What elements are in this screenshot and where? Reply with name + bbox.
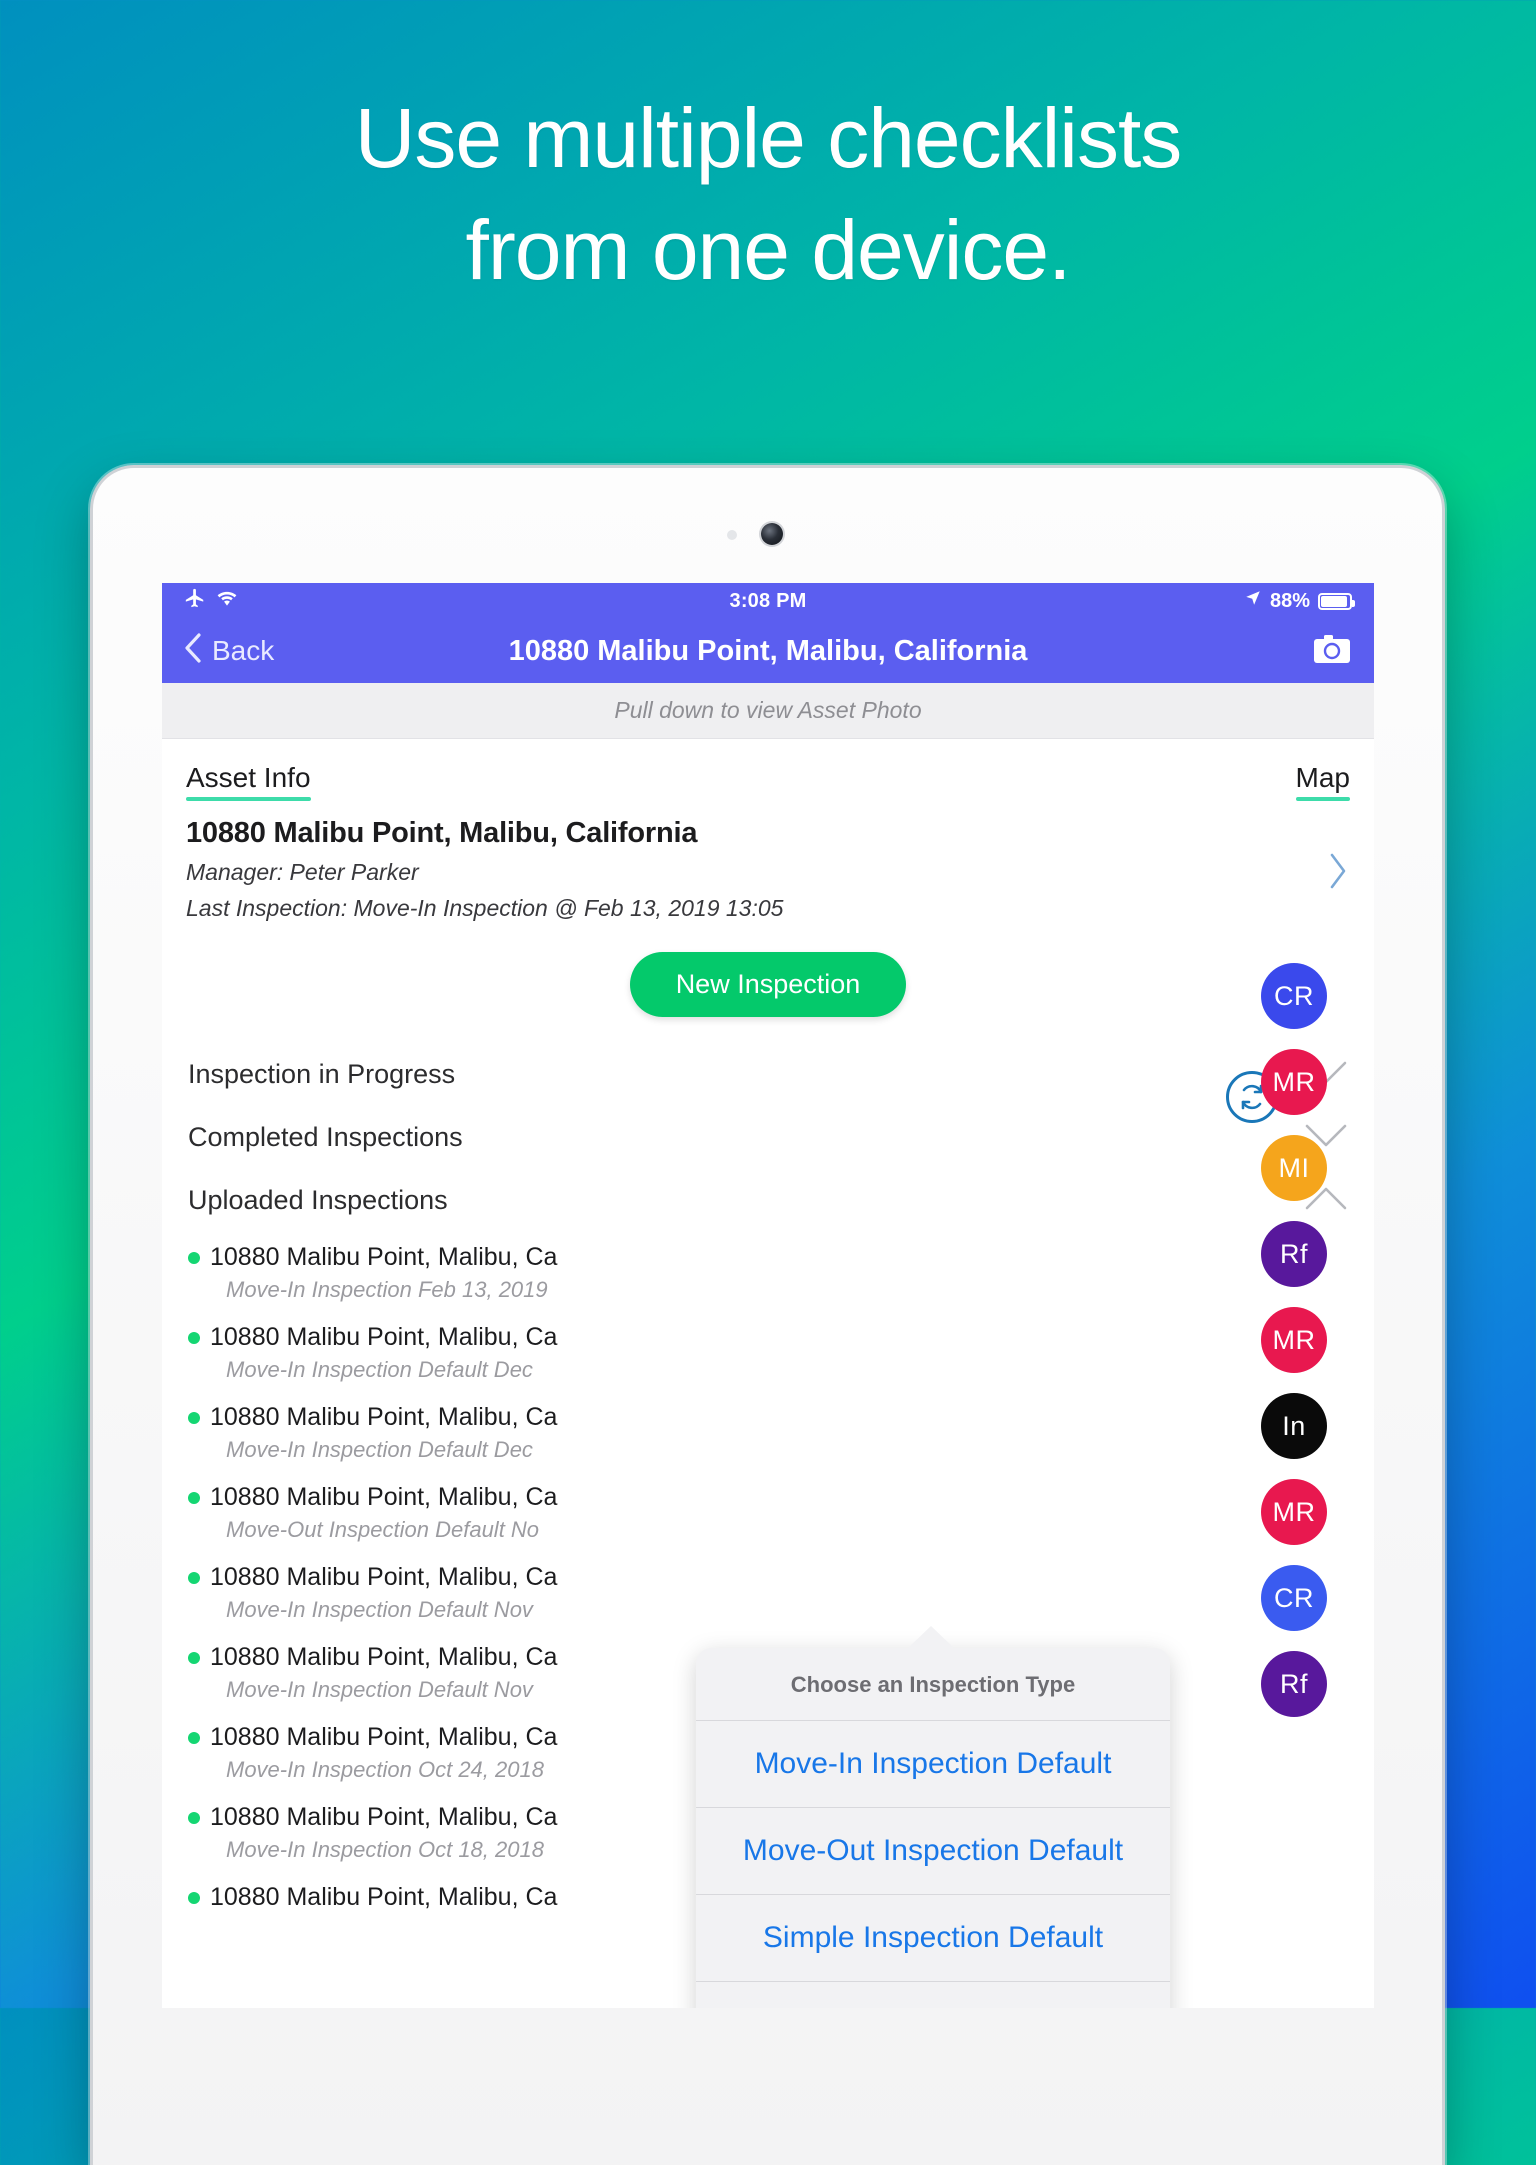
list-item-title: 10880 Malibu Point, Malibu, Ca [210,1403,558,1431]
status-dot-icon [188,1572,200,1584]
tab-bar: Asset Info Map [162,739,1374,801]
list-item-title: 10880 Malibu Point, Malibu, Ca [210,1243,558,1271]
tab-map-label: Map [1295,762,1350,793]
device-screen: 3:08 PM 88% Back 10880 Malibu Point, Mal… [162,583,1374,2008]
front-camera-icon [761,523,783,545]
status-bar: 3:08 PM 88% [162,583,1374,619]
avatar[interactable]: Rf [1261,1221,1327,1287]
asset-last-inspection: Last Inspection: Move-In Inspection @ Fe… [186,895,784,921]
avatar[interactable]: MR [1261,1049,1327,1115]
popover-item-simple-inspection-default[interactable]: Simple Inspection Default [696,1895,1170,1982]
popover-item-move-out-inspection-default[interactable]: Move-Out Inspection Default [696,1808,1170,1895]
inspection-type-popover: Choose an Inspection Type Move-In Inspec… [696,1648,1170,2008]
status-bar-clock: 3:08 PM [729,589,807,612]
chevron-right-icon[interactable] [1328,853,1348,899]
tab-asset-info-label: Asset Info [186,762,311,793]
list-item-title: 10880 Malibu Point, Malibu, Ca [210,1323,558,1351]
status-dot-icon [188,1252,200,1264]
chevron-left-icon [184,632,202,670]
list-item-subtitle: Move-In Inspection Default Nov [226,1597,533,1622]
avatar[interactable]: MR [1261,1307,1327,1373]
avatar-row: CR [1214,1555,1374,1641]
list-item[interactable]: 10880 Malibu Point, Malibu, Ca Move-In I… [188,1312,1348,1392]
status-dot-icon [188,1892,200,1904]
avatar-initials: CR [1274,980,1314,1011]
avatar[interactable]: CR [1261,1565,1327,1631]
section-label: Completed Inspections [188,1122,463,1152]
avatar[interactable]: MI [1261,1135,1327,1201]
list-item-subtitle: Move-In Inspection Default Dec [226,1437,533,1462]
promo-headline-line2: from one device. [465,203,1072,297]
avatar-row: Rf [1214,1211,1374,1297]
section-label: Inspection in Progress [188,1059,456,1089]
tab-asset-info[interactable]: Asset Info [186,762,311,801]
page-title: 10880 Malibu Point, Malibu, California [508,634,1028,667]
avatar-initials: CR [1274,1582,1314,1613]
status-dot-icon [188,1332,200,1344]
back-button-label: Back [212,635,275,666]
ambient-sensor-icon [727,530,737,540]
avatar-row: MR [1214,1039,1374,1125]
location-arrow-icon [1244,589,1262,613]
avatar-row: Rf [1214,1641,1374,1727]
list-item-subtitle: Move-Out Inspection Default No [226,1517,540,1542]
avatar[interactable]: CR [1261,963,1327,1029]
section-label: Uploaded Inspections [188,1185,448,1215]
popover-item-move-in-inspection-default[interactable]: Move-In Inspection Default [696,1721,1170,1808]
promo-headline: Use multiple checklists from one device. [0,96,1536,292]
avatar[interactable]: MR [1261,1479,1327,1545]
list-item-title: 10880 Malibu Point, Malibu, Ca [210,1563,558,1591]
list-item-subtitle: Move-In Inspection Default Dec [226,1357,533,1382]
popover-item-move-in-test[interactable]: Move In - TEST [696,1982,1170,2008]
status-bar-right: 88% [1244,589,1355,613]
new-inspection-button[interactable]: New Inspection [629,952,907,1017]
back-button[interactable]: Back [184,632,275,670]
asset-manager: Manager: Peter Parker [186,859,419,885]
list-item[interactable]: 10880 Malibu Point, Malibu, Ca Move-In I… [188,1392,1348,1472]
asset-title: 10880 Malibu Point, Malibu, California [186,817,698,849]
list-item[interactable]: 10880 Malibu Point, Malibu, Ca Move-Out … [188,1472,1348,1552]
navigation-bar: Back 10880 Malibu Point, Malibu, Califor… [162,619,1374,683]
list-item-title: 10880 Malibu Point, Malibu, Ca [210,1483,558,1511]
asset-header[interactable]: 10880 Malibu Point, Malibu, California M… [162,801,1374,922]
avatar[interactable]: Rf [1261,1651,1327,1717]
battery-icon [1318,592,1355,610]
new-inspection-area: New Inspection [162,952,1374,1017]
avatar-row: In [1214,1383,1374,1469]
camera-button[interactable] [1312,633,1352,670]
avatar-initials: MI [1278,1152,1310,1183]
list-item[interactable]: 10880 Malibu Point, Malibu, Ca Move-In I… [188,1552,1348,1632]
popover-arrow [906,1626,956,1650]
tab-map[interactable]: Map [1295,762,1351,801]
list-item-subtitle: Move-In Inspection Feb 13, 2019 [226,1277,548,1302]
section-completed-inspections[interactable]: Completed Inspections [162,1106,1374,1169]
section-inspection-in-progress[interactable]: Inspection in Progress [162,1043,1374,1106]
avatar-row: CR [1214,953,1374,1039]
camera-icon [1312,634,1352,669]
avatar-initials: MR [1272,1496,1316,1527]
avatar[interactable]: In [1261,1393,1327,1459]
avatar-initials: MR [1272,1066,1316,1097]
avatar-row: MI [1214,1125,1374,1211]
promo-headline-line1: Use multiple checklists [354,91,1183,185]
status-dot-icon [188,1412,200,1424]
status-dot-icon [188,1812,200,1824]
list-item[interactable]: 10880 Malibu Point, Malibu, Ca Move-In I… [188,1232,1348,1312]
inspection-sections: Inspection in Progress Completed Inspect… [162,1043,1374,1232]
section-uploaded-inspections[interactable]: Uploaded Inspections [162,1169,1374,1232]
status-dot-icon [188,1652,200,1664]
status-dot-icon [188,1732,200,1744]
status-dot-icon [188,1492,200,1504]
avatar-row: MR [1214,1297,1374,1383]
inspector-avatar-rail: CR MR MI Rf MR In MR CR Rf [1214,953,1374,1727]
avatar-initials: In [1282,1410,1306,1441]
pull-down-hint: Pull down to view Asset Photo [162,683,1374,739]
avatar-initials: Rf [1280,1238,1308,1269]
battery-percent-label: 88% [1269,589,1310,612]
avatar-initials: MR [1272,1324,1316,1355]
avatar-row: MR [1214,1469,1374,1555]
popover-title: Choose an Inspection Type [696,1648,1170,1721]
avatar-initials: Rf [1280,1668,1308,1699]
